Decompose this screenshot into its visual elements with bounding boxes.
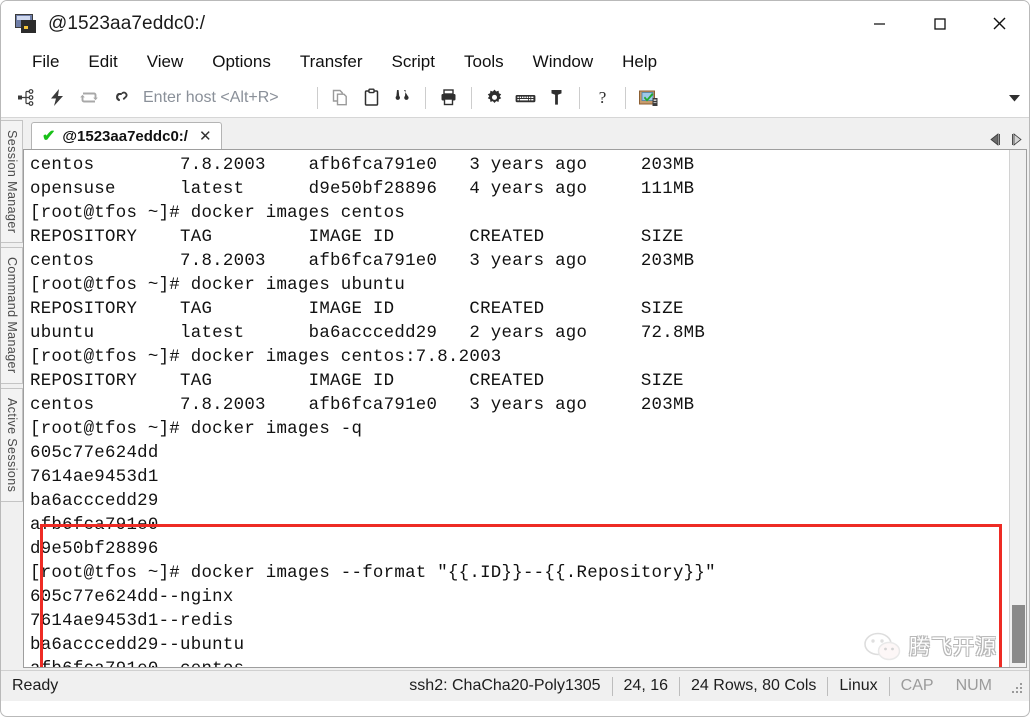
toolbar-separator xyxy=(317,86,318,109)
terminal-line: [root@tfos ~]# docker images centos xyxy=(30,204,406,223)
window-controls xyxy=(849,1,1029,46)
sidebar-item-active-sessions[interactable]: Active Sessions xyxy=(1,387,23,502)
securecrt-window: @1523aa7eddc0:/ File Edit View Options T… xyxy=(0,0,1030,717)
tab-next-icon[interactable] xyxy=(1010,132,1023,147)
menu-view[interactable]: View xyxy=(134,49,197,75)
title-bar: @1523aa7eddc0:/ xyxy=(1,1,1029,46)
app-logo-icon xyxy=(15,13,37,34)
terminal-line: [root@tfos ~]# docker images ubuntu xyxy=(30,276,406,295)
terminal-line: centos 7.8.2003 afb6fca791e0 3 years ago… xyxy=(30,396,695,415)
toolbar-separator xyxy=(425,86,426,109)
toolbar-separator xyxy=(471,86,472,109)
menu-tools[interactable]: Tools xyxy=(451,49,517,75)
menu-options[interactable]: Options xyxy=(199,49,284,75)
toolbar: Enter host <Alt+R> ? xyxy=(1,78,1029,118)
terminal-panel: centos 7.8.2003 afb6fca791e0 3 years ago… xyxy=(23,149,1027,668)
help-icon[interactable]: ? xyxy=(587,82,618,113)
terminal-line: opensuse latest d9e50bf28896 4 years ago… xyxy=(30,180,695,199)
host-input[interactable]: Enter host <Alt+R> xyxy=(135,85,310,111)
toolbar-separator xyxy=(579,86,580,109)
terminal-line: ba6acccedd29 xyxy=(30,492,159,511)
menu-file[interactable]: File xyxy=(19,49,72,75)
resize-grip-icon[interactable] xyxy=(1009,678,1025,694)
close-button[interactable] xyxy=(969,1,1029,46)
menu-edit[interactable]: Edit xyxy=(75,49,130,75)
menu-window[interactable]: Window xyxy=(520,49,606,75)
terminal-line: d9e50bf28896 xyxy=(30,540,159,559)
quick-connect-icon[interactable] xyxy=(42,82,73,113)
scrollbar-thumb[interactable] xyxy=(1012,605,1025,663)
terminal-line: 7614ae9453d1--redis xyxy=(30,612,234,631)
terminal-line: [root@tfos ~]# docker images --format "{… xyxy=(30,564,716,583)
menu-help[interactable]: Help xyxy=(609,49,670,75)
status-geometry: 24 Rows, 80 Cols xyxy=(691,677,817,694)
terminal-line: REPOSITORY TAG IMAGE ID CREATED SIZE xyxy=(30,300,684,319)
disconnect-icon[interactable] xyxy=(104,82,135,113)
terminal-line: [root@tfos ~]# docker images centos:7.8.… xyxy=(30,348,502,367)
terminal-line: 605c77e624dd xyxy=(30,444,159,463)
terminal-line: afb6fca791e0 xyxy=(30,516,159,535)
status-bar: Ready ssh2: ChaCha20-Poly1305 24, 16 24 … xyxy=(1,670,1029,701)
menu-script[interactable]: Script xyxy=(379,49,448,75)
terminal-line: REPOSITORY TAG IMAGE ID CREATED SIZE xyxy=(30,372,684,391)
terminal-line: centos 7.8.2003 afb6fca791e0 3 years ago… xyxy=(30,156,695,175)
main-body: Session Manager Command Manager Active S… xyxy=(1,118,1029,670)
session-area: ✔ @1523aa7eddc0:/ ✕ centos 7.8.2003 afb6… xyxy=(23,118,1029,670)
toolbar-separator xyxy=(625,86,626,109)
terminal-line: centos 7.8.2003 afb6fca791e0 3 years ago… xyxy=(30,252,695,271)
sidebar-item-session-manager[interactable]: Session Manager xyxy=(1,120,23,244)
terminal-line: 7614ae9453d1 xyxy=(30,468,159,487)
connect-icon[interactable] xyxy=(11,82,42,113)
terminal-line: [root@tfos ~]# docker images -q xyxy=(30,420,363,439)
window-title: @1523aa7eddc0:/ xyxy=(48,12,206,34)
terminal-line: REPOSITORY TAG IMAGE ID CREATED SIZE xyxy=(30,228,684,247)
terminal-output[interactable]: centos 7.8.2003 afb6fca791e0 3 years ago… xyxy=(24,150,1009,667)
session-tab[interactable]: ✔ @1523aa7eddc0:/ ✕ xyxy=(31,122,222,149)
copy-icon[interactable] xyxy=(325,82,356,113)
paste-icon[interactable] xyxy=(356,82,387,113)
session-tab-strip: ✔ @1523aa7eddc0:/ ✕ xyxy=(23,118,1027,149)
session-options-icon[interactable] xyxy=(633,82,664,113)
terminal-line: ba6acccedd29--ubuntu xyxy=(30,636,245,655)
status-cipher: ssh2: ChaCha20-Poly1305 xyxy=(409,677,601,694)
side-tab-bar: Session Manager Command Manager Active S… xyxy=(1,118,23,670)
sidebar-item-command-manager[interactable]: Command Manager xyxy=(1,247,23,384)
menu-transfer[interactable]: Transfer xyxy=(287,49,376,75)
tab-scroll-controls xyxy=(988,132,1023,147)
key-icon[interactable] xyxy=(541,82,572,113)
svg-text:?: ? xyxy=(599,88,607,107)
find-icon[interactable] xyxy=(387,82,418,113)
keyboard-icon[interactable] xyxy=(510,82,541,113)
menu-bar: File Edit View Options Transfer Script T… xyxy=(1,46,1029,78)
status-caps-lock: CAP xyxy=(900,677,934,694)
tab-close-icon[interactable]: ✕ xyxy=(199,127,212,145)
status-num-lock: NUM xyxy=(955,677,992,694)
reconnect-icon[interactable] xyxy=(73,82,104,113)
toolbar-overflow-chevron[interactable] xyxy=(1007,91,1021,105)
terminal-scrollbar[interactable] xyxy=(1009,150,1026,667)
tab-prev-icon[interactable] xyxy=(988,132,1001,147)
terminal-line: ubuntu latest ba6acccedd29 2 years ago 7… xyxy=(30,324,706,343)
status-platform: Linux xyxy=(839,677,878,694)
terminal-line: 605c77e624dd--nginx xyxy=(30,588,234,607)
tab-connected-check-icon: ✔ xyxy=(42,128,56,145)
print-icon[interactable] xyxy=(433,82,464,113)
status-cursor-position: 24, 16 xyxy=(623,677,669,694)
minimize-button[interactable] xyxy=(849,1,909,46)
maximize-button[interactable] xyxy=(909,1,969,46)
terminal-line: afb6fca791e0--centos xyxy=(30,658,1009,667)
settings-gear-icon[interactable] xyxy=(479,82,510,113)
session-tab-label: @1523aa7eddc0:/ xyxy=(62,127,188,145)
status-ready: Ready xyxy=(12,677,59,694)
